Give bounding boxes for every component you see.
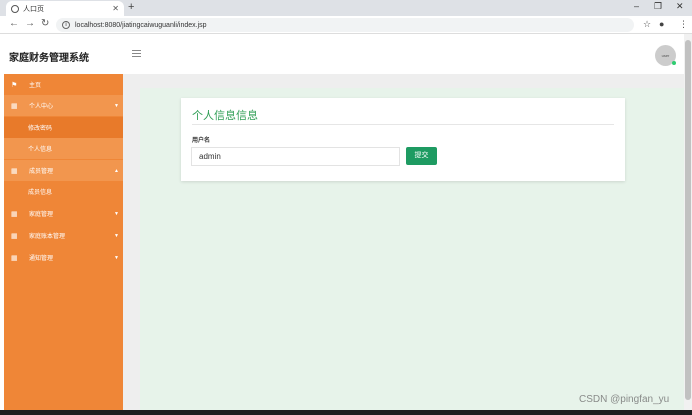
back-arrow-icon[interactable]: ← xyxy=(9,18,19,29)
grid-icon: ▦ xyxy=(11,167,18,175)
avatar-text: user xyxy=(661,53,670,58)
chevron-down-icon: ▼ xyxy=(114,254,119,261)
reload-icon[interactable]: ↻ xyxy=(41,18,49,29)
grid-icon: ▦ xyxy=(11,232,18,240)
sidebar-item-label: 成员管理 xyxy=(29,169,54,175)
grid-icon: ▦ xyxy=(11,254,18,262)
sidebar-item-label: 主页 xyxy=(29,83,42,89)
sidebar-item-label: 通知管理 xyxy=(29,256,54,262)
grid-icon: ▦ xyxy=(11,210,18,218)
sidebar-item-change-password[interactable]: 修改密码 xyxy=(4,117,123,138)
sidebar-item-label: 家庭管理 xyxy=(29,212,54,218)
star-icon[interactable]: ☆ xyxy=(643,19,651,30)
sidebar-item-personal-info[interactable]: 个人信息 xyxy=(4,138,123,159)
sidebar-item-label: 成员信息 xyxy=(28,190,53,196)
divider xyxy=(192,124,614,125)
sidebar-item-notice-management[interactable]: ▦ 通知管理 ▼ xyxy=(4,247,123,268)
avatar[interactable]: user xyxy=(655,45,676,66)
chevron-down-icon: ▼ xyxy=(114,210,119,217)
minimize-button[interactable]: – xyxy=(634,1,639,11)
close-tab-icon[interactable]: ✕ xyxy=(112,4,119,13)
sidebar-item-member-management[interactable]: ▦ 成员管理 ▲ xyxy=(4,160,123,181)
username-label: 用户名 xyxy=(192,138,211,144)
menu-dots-icon[interactable]: ⋮ xyxy=(679,19,688,30)
scrollbar[interactable] xyxy=(684,34,692,410)
globe-icon xyxy=(11,4,19,13)
personal-info-card: 个人信息信息 用户名 admin 提交 xyxy=(181,98,625,181)
app-header: 家庭财务管理系统 xyxy=(0,34,692,74)
grid-icon: ▦ xyxy=(11,102,18,110)
new-tab-button[interactable]: + xyxy=(128,1,134,13)
url-field[interactable]: i localhost:8080/jiatingcaiwuguanli/inde… xyxy=(56,18,634,32)
url-text: localhost:8080/jiatingcaiwuguanli/index.… xyxy=(75,21,207,29)
sidebar-item-home[interactable]: ⚑ 主页 xyxy=(4,74,123,95)
sidebar-item-label: 个人信息 xyxy=(28,147,53,153)
sidebar-item-label: 修改密码 xyxy=(28,126,53,132)
sidebar-item-family-management[interactable]: ▦ 家庭管理 ▼ xyxy=(4,203,123,224)
close-window-button[interactable]: ✕ xyxy=(676,1,684,12)
submit-button[interactable]: 提交 xyxy=(406,147,437,165)
app-brand: 家庭财务管理系统 xyxy=(9,53,89,64)
sidebar-item-label: 个人中心 xyxy=(29,104,54,110)
profile-icon[interactable]: ● xyxy=(659,19,664,29)
address-bar: ← → ↻ i localhost:8080/jiatingcaiwuguanl… xyxy=(0,16,692,34)
flag-icon: ⚑ xyxy=(11,81,18,89)
sidebar: ⚑ 主页 ▦ 个人中心 ▼ 修改密码 个人信息 ▦ 成员管理 ▲ 成员信息 ▦ … xyxy=(4,74,123,410)
sidebar-item-member-info[interactable]: 成员信息 xyxy=(4,181,123,202)
chevron-down-icon: ▼ xyxy=(114,102,119,109)
sidebar-item-ledger-management[interactable]: ▦ 家庭账本管理 ▼ xyxy=(4,225,123,246)
sidebar-item-personal-center[interactable]: ▦ 个人中心 ▼ xyxy=(4,95,123,116)
maximize-button[interactable]: ❐ xyxy=(654,1,662,12)
hamburger-icon[interactable] xyxy=(132,50,141,57)
page-title: 个人信息信息 xyxy=(192,110,258,122)
online-status-dot xyxy=(672,61,676,65)
chevron-up-icon: ▲ xyxy=(114,167,119,174)
browser-tab[interactable]: 人口页 ✕ xyxy=(6,1,124,16)
info-icon[interactable]: i xyxy=(62,21,70,29)
forward-arrow-icon[interactable]: → xyxy=(25,18,35,29)
tab-title: 人口页 xyxy=(23,5,44,13)
taskbar xyxy=(0,410,692,415)
sidebar-item-label: 家庭账本管理 xyxy=(29,234,66,240)
username-field[interactable]: admin xyxy=(191,147,400,166)
watermark: CSDN @pingfan_yu xyxy=(579,394,670,405)
scrollbar-thumb[interactable] xyxy=(685,40,691,400)
chevron-down-icon: ▼ xyxy=(114,232,119,239)
browser-tab-bar: 人口页 ✕ + – ❐ ✕ xyxy=(0,0,692,16)
